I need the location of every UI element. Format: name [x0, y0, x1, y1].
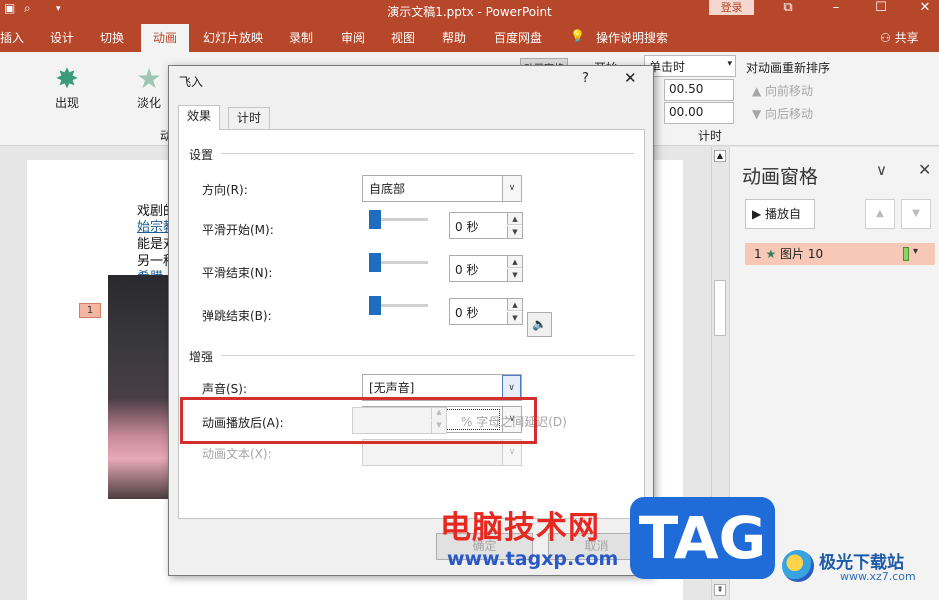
document-title: 演示文稿1.pptx - PowerPoint	[387, 5, 552, 19]
animation-order-marker: 1	[79, 303, 101, 318]
smooth-end-slider[interactable]	[369, 253, 381, 272]
logo-mark-icon	[782, 550, 814, 582]
star-icon: ✸	[55, 62, 79, 95]
spin-down-icon[interactable]: ▼	[507, 312, 522, 324]
play-icon: ▶	[752, 207, 766, 221]
effect-appear[interactable]: ✸ 出现	[50, 64, 84, 111]
spin-up-icon[interactable]: ▲	[507, 213, 522, 225]
tell-me-search[interactable]: 操作说明搜索	[596, 29, 668, 46]
start-select[interactable]: 单击时 ▾	[644, 55, 736, 77]
star-icon: ★	[136, 62, 162, 95]
tab-slideshow[interactable]: 幻灯片放映	[203, 29, 263, 46]
title-bar: ▣ ⌕ ▾ 演示文稿1.pptx - PowerPoint 登录 ⧉ – ☐ ✕	[0, 0, 939, 22]
watermark-tag-logo: TAG	[630, 497, 775, 579]
move-later-button[interactable]: ▼ 向后移动	[752, 105, 813, 122]
spin-down-icon[interactable]: ▼	[507, 226, 522, 238]
settings-group-title: 设置	[189, 148, 214, 162]
highlight-annotation	[180, 397, 537, 444]
smooth-end-spinner[interactable]: 0 秒 ▲ ▼	[449, 255, 523, 282]
move-up-icon[interactable]: ▲	[865, 199, 895, 229]
effect-panel: 设置 方向(R): 自底部 ∨ 平滑开始(M): 0 秒 ▲ ▼ 平滑结束(N)…	[178, 129, 645, 519]
dialog-title: 飞入	[179, 75, 204, 89]
pane-title: 动画窗格	[742, 166, 819, 188]
smooth-start-slider[interactable]	[369, 210, 381, 229]
minimize-icon[interactable]: –	[826, 0, 846, 15]
chevron-down-icon[interactable]: ∨	[876, 161, 887, 179]
maximize-icon[interactable]: ☐	[871, 0, 891, 15]
scroll-up-icon[interactable]: ▲	[714, 150, 726, 162]
tab-baidu-netdisk[interactable]: 百度网盘	[494, 29, 542, 46]
rose-picture[interactable]	[108, 275, 168, 499]
timeline-bar	[903, 247, 909, 261]
close-icon[interactable]: ✕	[624, 69, 637, 87]
close-window-icon[interactable]: ✕	[915, 0, 935, 15]
chevron-down-icon: ∨	[502, 176, 521, 201]
person-icon: ⚇	[880, 31, 895, 45]
tab-design[interactable]: 设计	[50, 29, 74, 46]
triangle-down-icon: ▼	[752, 107, 766, 121]
tab-view[interactable]: 视图	[391, 29, 415, 46]
share-button[interactable]: ⚇ 共享	[880, 29, 919, 46]
close-icon[interactable]: ✕	[918, 160, 931, 179]
duration-field[interactable]: 00.50	[664, 79, 734, 101]
fly-in-dialog: 飞入 ? ✕ 效果 计时 设置 方向(R): 自底部 ∨ 平滑开始(M): 0 …	[168, 65, 654, 576]
chevron-down-icon: ▾	[727, 59, 732, 69]
effect-fade[interactable]: ★ 淡化	[132, 64, 166, 111]
tab-insert[interactable]: 插入	[0, 29, 24, 46]
tab-transitions[interactable]: 切换	[100, 29, 124, 46]
move-down-icon[interactable]: ▼	[901, 199, 931, 229]
watermark-site-url: www.tagxp.com	[447, 548, 619, 570]
direction-label: 方向(R):	[202, 183, 248, 197]
prev-slide-icon[interactable]: ⇞	[714, 584, 726, 596]
divider	[221, 355, 634, 356]
help-icon[interactable]: ?	[582, 71, 589, 86]
spin-up-icon[interactable]: ▲	[507, 299, 522, 311]
sound-label: 声音(S):	[202, 382, 248, 396]
lightbulb-icon: 💡	[570, 29, 585, 43]
tab-help[interactable]: 帮助	[442, 29, 466, 46]
tab-record[interactable]: 录制	[289, 29, 313, 46]
tab-effect[interactable]: 效果	[178, 105, 221, 130]
reorder-title: 对动画重新排序	[746, 61, 831, 75]
watermark-site-name: 电脑技术网	[440, 510, 600, 546]
scroll-thumb[interactable]	[714, 280, 726, 336]
spin-down-icon[interactable]: ▼	[507, 269, 522, 281]
triangle-up-icon: ▲	[752, 84, 766, 98]
speaker-icon[interactable]: 🔈	[527, 312, 552, 337]
divider	[221, 153, 634, 154]
smooth-start-spinner[interactable]: 0 秒 ▲ ▼	[449, 212, 523, 239]
login-button[interactable]: 登录	[709, 0, 754, 15]
delay-field[interactable]: 00.00	[664, 102, 734, 124]
enhance-group-title: 增强	[189, 350, 214, 364]
tab-animations[interactable]: 动画	[141, 24, 189, 52]
tab-review[interactable]: 审阅	[341, 29, 365, 46]
timing-group-label: 计时	[698, 129, 723, 143]
spin-up-icon[interactable]: ▲	[507, 256, 522, 268]
smooth-start-label: 平滑开始(M):	[202, 223, 274, 237]
bounce-end-label: 弹跳结束(B):	[202, 309, 272, 323]
watermark-download-logo: 极光下载站 www.xz7.com	[782, 548, 929, 588]
chevron-down-icon[interactable]: ▾	[913, 246, 918, 257]
move-earlier-button[interactable]: ▲ 向前移动	[752, 82, 813, 99]
direction-select[interactable]: 自底部 ∨	[362, 175, 522, 202]
bounce-end-slider[interactable]	[369, 296, 381, 315]
tab-timing[interactable]: 计时	[228, 107, 271, 130]
bounce-end-spinner[interactable]: 0 秒 ▲ ▼	[449, 298, 523, 325]
ribbon-tabs: 插入 设计 切换 动画 幻灯片放映 录制 审阅 视图 帮助 百度网盘 💡 操作说…	[0, 22, 939, 52]
animate-text-label: 动画文本(X):	[202, 447, 272, 461]
play-from-button[interactable]: ▶ 播放自	[745, 199, 815, 229]
star-icon: ★	[765, 247, 781, 261]
smooth-end-label: 平滑结束(N):	[202, 266, 273, 280]
ribbon-display-icon[interactable]: ⧉	[778, 0, 798, 15]
